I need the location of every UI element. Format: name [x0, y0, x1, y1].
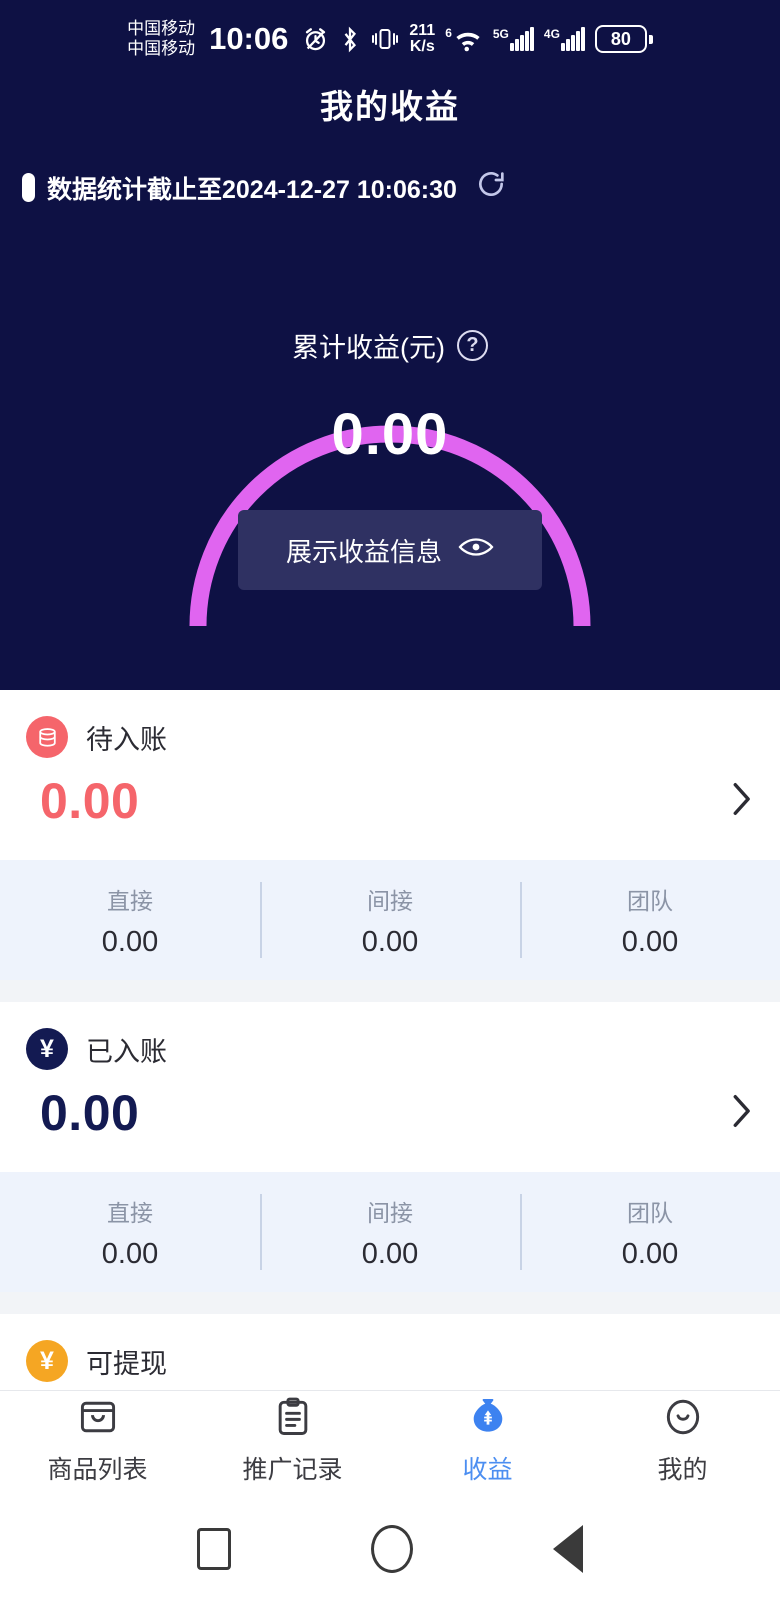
substat-indirect-label: 间接 — [367, 882, 413, 916]
card-pending[interactable]: 待入账 0.00 直接 0.00 间接 0.00 团队 0.00 — [0, 690, 780, 980]
substat-team-label: 团队 — [627, 882, 673, 916]
bullet-marker — [22, 173, 35, 202]
bluetooth-icon — [339, 26, 361, 53]
card-credited-substats: 直接 0.00 间接 0.00 团队 0.00 — [0, 1172, 780, 1292]
total-earnings-value: 0.00 — [332, 401, 449, 468]
vibrate-icon — [371, 26, 399, 52]
card-pending-substats: 直接 0.00 间接 0.00 团队 0.00 — [0, 860, 780, 980]
signal-icon-5g: 5G — [493, 27, 534, 51]
data-timestamp-text: 数据统计截止至2024-12-27 10:06:30 — [47, 170, 457, 206]
section-divider — [0, 980, 780, 1002]
eye-icon — [458, 534, 494, 567]
substat-team-value: 0.00 — [622, 926, 678, 959]
section-divider — [0, 1292, 780, 1314]
clipboard-icon — [271, 1395, 315, 1444]
substat-team-value: 0.00 — [622, 1238, 678, 1271]
bottom-tab-bar: 商品列表 推广记录 收益 — [0, 1390, 780, 1490]
data-timestamp-row: 数据统计截止至2024-12-27 10:06:30 — [0, 168, 780, 207]
earnings-gauge: 累计收益(元) ? 0.00 展示收益信息 — [0, 226, 780, 646]
carrier-sim1: 中国移动 — [127, 19, 195, 39]
data-rate-unit: K/s — [410, 39, 435, 55]
card-pending-title: 待入账 — [86, 718, 167, 757]
substat-indirect-value: 0.00 — [362, 926, 418, 959]
yen-icon: ¥ — [26, 1028, 68, 1070]
reveal-earnings-button[interactable]: 展示收益信息 — [238, 510, 542, 590]
reveal-earnings-label: 展示收益信息 — [286, 532, 442, 569]
question-mark-icon[interactable]: ? — [457, 330, 488, 361]
coin-stack-icon — [26, 716, 68, 758]
tab-promotion-records[interactable]: 推广记录 — [195, 1395, 390, 1486]
card-credited[interactable]: ¥ 已入账 0.00 直接 0.00 间接 0.00 团队 0.00 — [0, 1002, 780, 1292]
card-pending-amount: 0.00 — [40, 772, 139, 830]
wifi-generation: 6 — [445, 26, 452, 40]
chevron-right-icon[interactable] — [728, 1091, 754, 1136]
card-credited-body[interactable]: 0.00 — [0, 1070, 780, 1172]
carrier-labels: 中国移动 中国移动 — [127, 19, 195, 58]
battery-icon: 80 — [595, 25, 653, 53]
home-icon[interactable] — [371, 1525, 413, 1573]
data-rate-indicator: 211 K/s — [409, 23, 435, 55]
smiley-face-icon — [661, 1395, 705, 1444]
chevron-right-icon[interactable] — [728, 779, 754, 824]
card-withdrawable-header: ¥ 可提现 — [0, 1314, 780, 1382]
card-credited-amount: 0.00 — [40, 1084, 139, 1142]
android-navigation-bar — [0, 1490, 780, 1608]
data-rate-value: 211 — [409, 23, 435, 39]
page-title: 我的收益 — [0, 80, 780, 128]
tab-promotion-records-label: 推广记录 — [242, 1450, 342, 1486]
substat-direct-value: 0.00 — [102, 1238, 158, 1271]
status-time: 10:06 — [209, 21, 288, 57]
battery-level: 80 — [595, 25, 647, 53]
carrier-sim2: 中国移动 — [127, 39, 195, 59]
shopping-bag-icon — [76, 1395, 120, 1444]
substat-direct-label: 直接 — [107, 882, 153, 916]
substat-indirect-value: 0.00 — [362, 1238, 418, 1271]
substat-team: 团队 0.00 — [520, 860, 780, 980]
gauge-label-row: 累计收益(元) ? — [292, 326, 488, 365]
substat-direct: 直接 0.00 — [0, 860, 260, 980]
earnings-hero: 中国移动 中国移动 10:06 — [0, 0, 780, 690]
card-credited-header: ¥ 已入账 — [0, 1002, 780, 1070]
alarm-icon — [302, 26, 329, 53]
yen-icon: ¥ — [26, 1340, 68, 1382]
substat-direct: 直接 0.00 — [0, 1172, 260, 1292]
app-screen: 中国移动 中国移动 10:06 — [0, 0, 780, 1608]
signal-icon-4g: 4G — [544, 27, 585, 51]
tab-earnings-label: 收益 — [462, 1450, 512, 1486]
substat-direct-value: 0.00 — [102, 926, 158, 959]
refresh-icon[interactable] — [475, 168, 507, 207]
back-icon[interactable] — [553, 1525, 583, 1573]
tab-product-list-label: 商品列表 — [47, 1450, 147, 1486]
substat-direct-label: 直接 — [107, 1194, 153, 1228]
card-credited-title: 已入账 — [86, 1030, 167, 1069]
wifi-icon: 6 — [445, 26, 483, 52]
substat-team-label: 团队 — [627, 1194, 673, 1228]
substat-indirect-label: 间接 — [367, 1194, 413, 1228]
substat-indirect: 间接 0.00 — [260, 1172, 520, 1292]
tab-profile-label: 我的 — [657, 1450, 707, 1486]
card-withdrawable-title: 可提现 — [86, 1342, 167, 1381]
card-pending-header: 待入账 — [0, 690, 780, 758]
tab-profile[interactable]: 我的 — [585, 1395, 780, 1486]
substat-team: 团队 0.00 — [520, 1172, 780, 1292]
gauge-label: 累计收益(元) — [292, 326, 445, 365]
network-type-5g: 5G — [493, 27, 509, 41]
substat-indirect: 间接 0.00 — [260, 860, 520, 980]
tab-product-list[interactable]: 商品列表 — [0, 1395, 195, 1486]
network-type-4g: 4G — [544, 27, 560, 41]
tab-earnings[interactable]: 收益 — [390, 1395, 585, 1486]
status-bar: 中国移动 中国移动 10:06 — [0, 0, 780, 66]
recent-apps-icon[interactable] — [197, 1528, 231, 1570]
money-bag-icon — [466, 1395, 510, 1444]
card-pending-body[interactable]: 0.00 — [0, 758, 780, 860]
